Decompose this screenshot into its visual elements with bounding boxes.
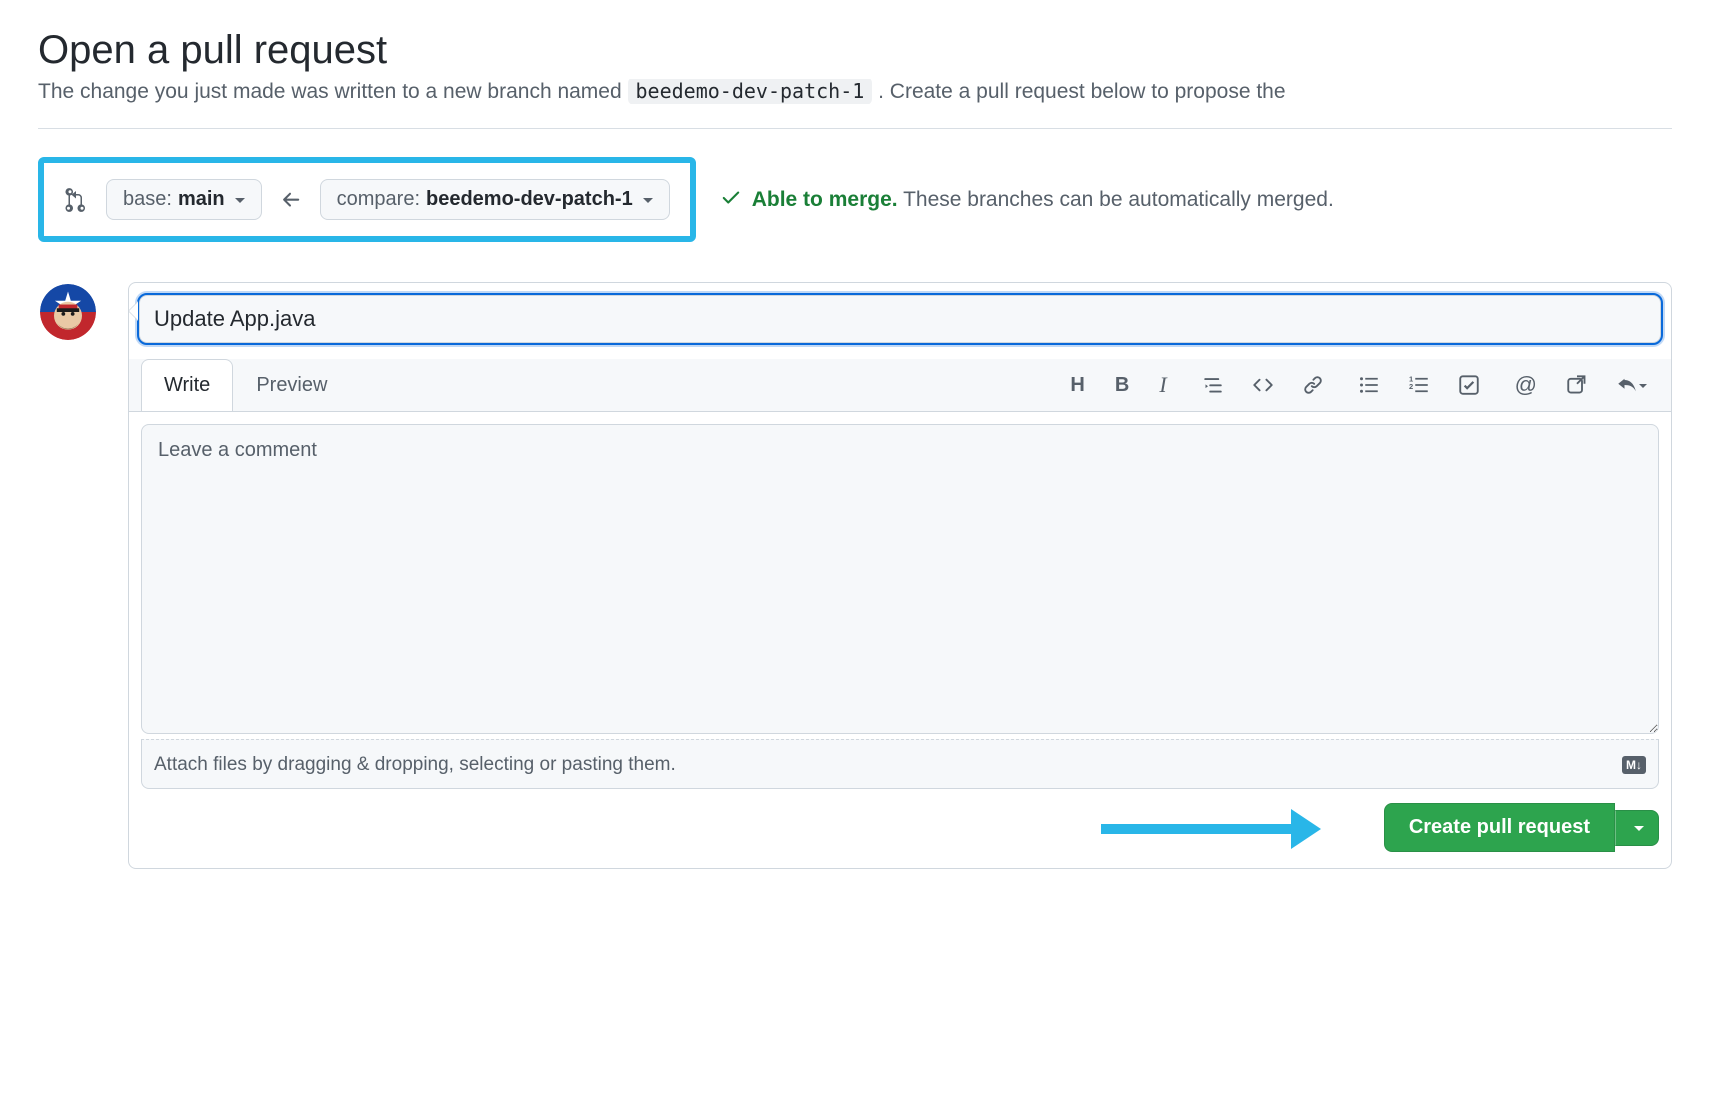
- saved-reply-button[interactable]: [1613, 371, 1651, 399]
- italic-button[interactable]: I: [1155, 368, 1170, 402]
- code-button[interactable]: [1249, 371, 1277, 399]
- heading-button[interactable]: H: [1066, 370, 1088, 401]
- page-subtitle: The change you just made was written to …: [38, 79, 1672, 104]
- create-pull-request-button[interactable]: Create pull request: [1384, 803, 1615, 852]
- mention-button[interactable]: @: [1511, 368, 1541, 402]
- base-branch-label: base:: [123, 188, 172, 211]
- comment-textarea[interactable]: [141, 424, 1659, 734]
- compare-branch-label: compare:: [337, 188, 420, 211]
- task-list-button[interactable]: [1455, 371, 1483, 399]
- comment-box: Write Preview H B I: [128, 282, 1672, 869]
- avatar: [38, 282, 98, 342]
- compare-row: base: main compare: beedemo-dev-patch-1 …: [38, 157, 1672, 242]
- pr-title-input[interactable]: [139, 295, 1661, 343]
- compare-branch-value: beedemo-dev-patch-1: [426, 188, 633, 211]
- tab-preview[interactable]: Preview: [233, 359, 350, 411]
- attach-hint-bar[interactable]: Attach files by dragging & dropping, sel…: [141, 739, 1659, 789]
- subtitle-prefix: The change you just made was written to …: [38, 80, 628, 103]
- bold-button[interactable]: B: [1111, 370, 1133, 401]
- branch-compare-highlight: base: main compare: beedemo-dev-patch-1: [38, 157, 696, 242]
- check-icon: [720, 186, 742, 214]
- unordered-list-button[interactable]: [1355, 371, 1383, 399]
- pr-form: Write Preview H B I: [38, 282, 1672, 869]
- markdown-toolbar: H B I: [1058, 362, 1659, 408]
- annotation-arrow: [1101, 809, 1321, 849]
- chevron-down-icon: [1639, 384, 1647, 392]
- link-button[interactable]: [1299, 371, 1327, 399]
- chevron-down-icon: [235, 198, 245, 208]
- git-compare-icon: [64, 188, 88, 212]
- chevron-down-icon: [1634, 826, 1644, 836]
- create-pull-request-options-button[interactable]: [1615, 810, 1659, 846]
- markdown-help-icon[interactable]: M↓: [1622, 756, 1646, 774]
- compare-branch-selector[interactable]: compare: beedemo-dev-patch-1: [320, 179, 670, 220]
- subtitle-branch-code: beedemo-dev-patch-1: [628, 79, 873, 104]
- svg-text:2: 2: [1409, 382, 1413, 391]
- merge-status-detail: These branches can be automatically merg…: [903, 188, 1334, 211]
- ordered-list-button[interactable]: 12: [1405, 371, 1433, 399]
- comment-tabs: Write Preview H B I: [129, 359, 1671, 411]
- divider: [38, 128, 1672, 129]
- page-title: Open a pull request: [38, 28, 1672, 73]
- merge-status-able: Able to merge.: [752, 188, 898, 211]
- cross-reference-button[interactable]: [1563, 371, 1591, 399]
- arrow-left-icon: [280, 189, 302, 211]
- chevron-down-icon: [643, 198, 653, 208]
- attach-hint-text: Attach files by dragging & dropping, sel…: [154, 754, 676, 776]
- form-actions: Create pull request: [129, 789, 1671, 868]
- subtitle-suffix: . Create a pull request below to propose…: [878, 80, 1285, 103]
- tab-write[interactable]: Write: [141, 359, 233, 411]
- base-branch-value: main: [178, 188, 225, 211]
- quote-button[interactable]: [1199, 371, 1227, 399]
- merge-status: Able to merge. These branches can be aut…: [720, 186, 1334, 214]
- base-branch-selector[interactable]: base: main: [106, 179, 262, 220]
